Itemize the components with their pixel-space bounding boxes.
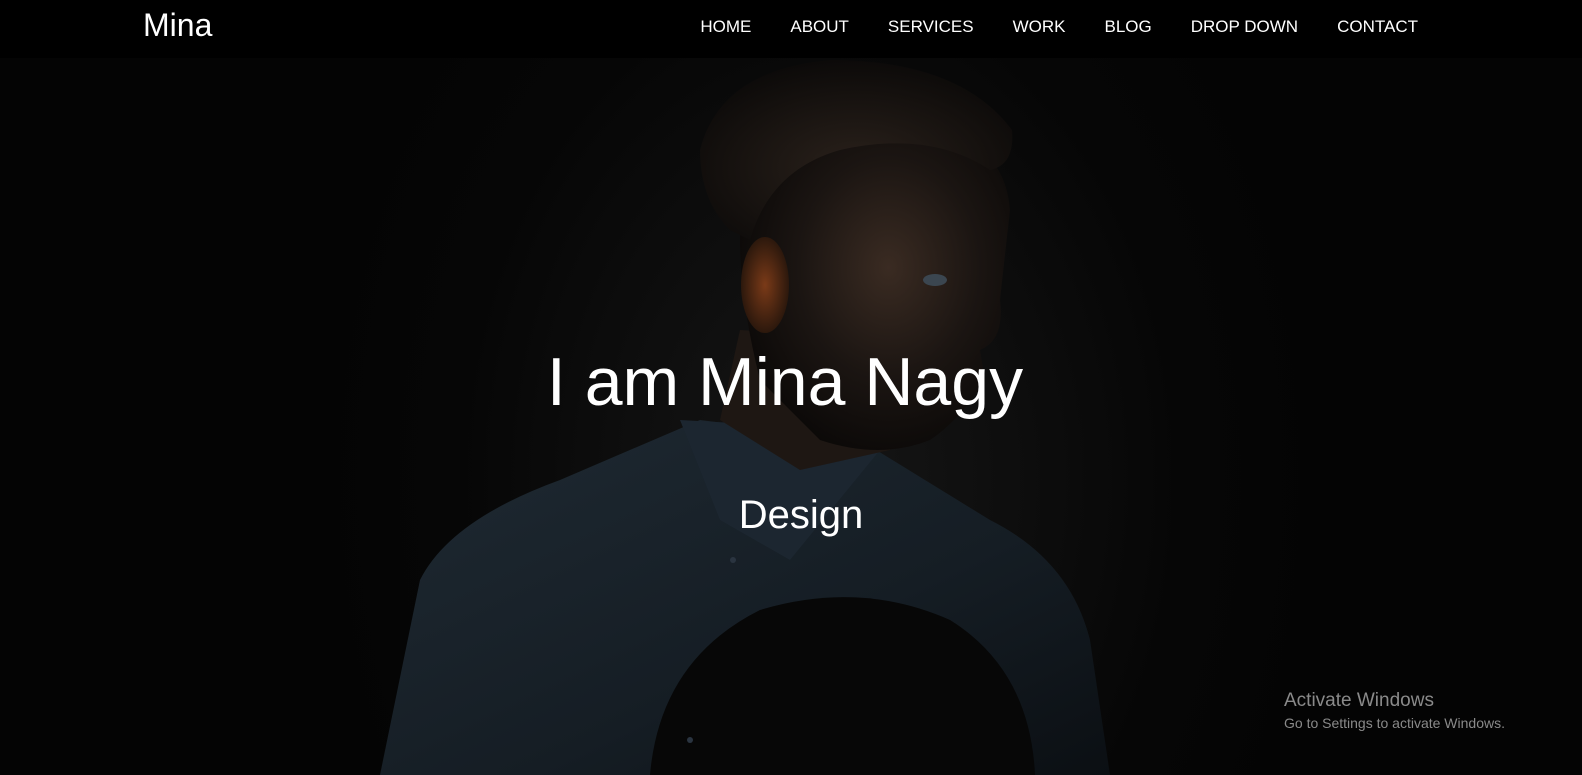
windows-activation-watermark: Activate Windows Go to Settings to activ… [1284,689,1505,733]
nav-link-blog[interactable]: BLOG [1065,17,1151,37]
nav-link-contact[interactable]: CONTACT [1298,17,1418,37]
watermark-title: Activate Windows [1284,690,1434,711]
nav-item-dropdown: DROP DOWN [1152,17,1298,37]
nav-item-contact: CONTACT [1298,17,1418,37]
nav-menu: HOME ABOUT SERVICES WORK BLOG DROP DOWN … [661,17,1418,37]
nav-link-dropdown[interactable]: DROP DOWN [1152,17,1298,37]
nav-link-work[interactable]: WORK [974,17,1066,37]
hero-subtitle: Design [738,493,864,537]
brand-logo-link[interactable]: Mina [143,6,212,44]
nav-item-blog: BLOG [1065,17,1151,37]
watermark-subtitle: Go to Settings to activate Windows. [1284,715,1505,731]
hero-title: I am Mina Nagy [546,344,1024,420]
top-navbar: Mina HOME ABOUT SERVICES WORK BLOG DROP … [0,0,1582,58]
nav-link-services[interactable]: SERVICES [849,17,974,37]
nav-link-home[interactable]: HOME [661,17,751,37]
nav-item-work: WORK [974,17,1066,37]
page: Mina HOME ABOUT SERVICES WORK BLOG DROP … [0,0,1582,775]
nav-item-home: HOME [661,17,751,37]
nav-item-about: ABOUT [751,17,849,37]
nav-link-about[interactable]: ABOUT [751,17,849,37]
nav-item-services: SERVICES [849,17,974,37]
